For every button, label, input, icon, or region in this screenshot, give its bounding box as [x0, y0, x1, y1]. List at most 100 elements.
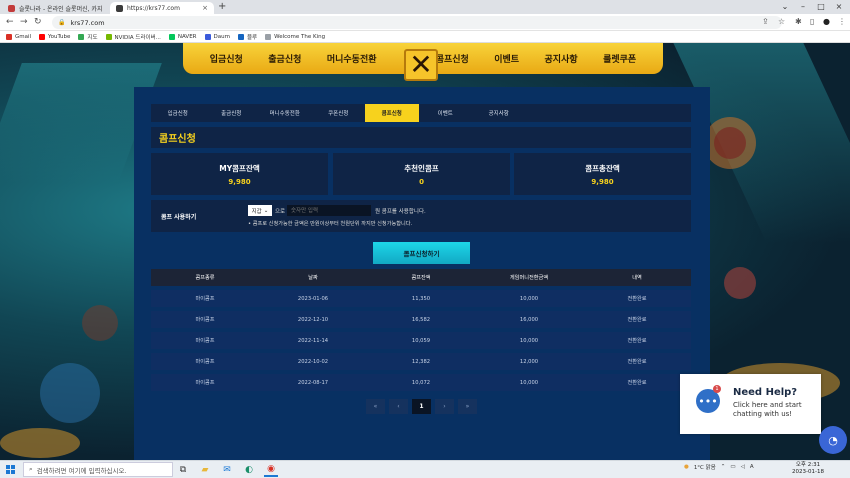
form-label: 콤프 사용하기	[161, 214, 197, 221]
volume-icon[interactable]: ◁	[741, 464, 745, 470]
nav-withdraw[interactable]: 출금신청	[268, 52, 301, 65]
browser-tab-1[interactable]: 슬롯나라 - 온라인 슬롯머신, 카지 ×	[2, 2, 106, 14]
card-value: 9,980	[228, 178, 251, 186]
card-label: MY콤프잔액	[219, 164, 260, 173]
page-last-button[interactable]: »	[458, 399, 477, 414]
table-row: 마이콤프 2022-11-14 10,059 10,000 전환완료	[151, 332, 691, 349]
bookmark-naver[interactable]: NAVER	[168, 33, 197, 40]
total-comp-card: 콤프총잔액 9,980	[514, 153, 691, 195]
comp-history-table: 콤프종류 날짜 콤프잔액 게임머니전환금액 내역 마이콤프 2023-01-06…	[151, 269, 691, 395]
chevron-up-icon[interactable]: ⌃	[721, 464, 726, 470]
bookmark-daum[interactable]: Daum	[204, 33, 230, 40]
clock[interactable]: 오후 2:31 2023-01-18	[792, 462, 824, 476]
tab-event[interactable]: 이벤트	[419, 104, 473, 122]
pagination: « ‹ 1 › »	[366, 399, 477, 414]
help-title: Need Help?	[733, 387, 798, 398]
card-label: 콤프총잔액	[585, 164, 620, 173]
tab-deposit[interactable]: 입금신청	[151, 104, 205, 122]
nvidia-icon	[105, 33, 112, 40]
bookmark-nvidia[interactable]: NVIDIA 드라이버...	[105, 33, 161, 41]
card-value: 0	[419, 178, 424, 186]
sidepanel-icon[interactable]: ▯	[810, 17, 814, 27]
reload-icon[interactable]: ↻	[34, 17, 42, 27]
bookmark-blue[interactable]: 블루	[237, 33, 257, 41]
lock-icon: 🔒	[58, 19, 66, 26]
taskbar-search-input[interactable]: ⌕ 검색하려면 여기에 입력하십시오.	[23, 462, 173, 477]
tab-notice[interactable]: 공지사항	[472, 104, 526, 122]
page-first-button[interactable]: «	[366, 399, 385, 414]
nav-comp[interactable]: 콤프신청	[436, 52, 469, 65]
naver-icon	[168, 33, 175, 40]
star-icon[interactable]: ☆	[778, 17, 785, 27]
edge-icon[interactable]: ◐	[242, 463, 256, 477]
tab-title: https://krs77.com	[127, 4, 180, 12]
form-note: • 콤프로 신청가능한 금액은 만원이상부터 천원단위 까지만 신청가능합니다.	[248, 221, 413, 227]
language-icon[interactable]: A	[750, 464, 754, 470]
wallet-select[interactable]: 지갑 ⌄	[248, 205, 272, 216]
page-next-button[interactable]: ›	[435, 399, 454, 414]
bookmark-maps[interactable]: 지도	[78, 33, 98, 41]
share-icon[interactable]: ⇪	[762, 17, 769, 27]
taskbar: ⌕ 검색하려면 여기에 입력하십시오. ⧉ ▰ ✉ ◐ ◉ ● 1°C 맑음 ⌃…	[0, 460, 850, 478]
forward-arrow-icon[interactable]: →	[20, 17, 28, 27]
weather-text: 1°C 맑음	[693, 465, 716, 471]
browser-tab-2[interactable]: https://krs77.com ×	[110, 2, 214, 14]
tab-withdraw[interactable]: 출금신청	[205, 104, 259, 122]
chevron-down-icon: ⌄	[263, 207, 269, 214]
chrome-icon[interactable]: ◉	[264, 463, 278, 477]
avatar[interactable]: ●	[823, 17, 830, 27]
page-current-button[interactable]: 1	[412, 399, 431, 414]
browser-tab-bar: 슬롯나라 - 온라인 슬롯머신, 카지 × https://krs77.com …	[0, 0, 850, 14]
sub-tabs: 입금신청 출금신청 머니수동전환 쿠폰신청 콤프신청 이벤트 공지사항	[151, 104, 691, 122]
chevron-down-icon[interactable]: ⌄	[776, 0, 794, 14]
nav-money-transfer[interactable]: 머니수동전환	[327, 52, 377, 65]
page-prev-button[interactable]: ‹	[389, 399, 408, 414]
mail-icon[interactable]: ✉	[220, 463, 234, 477]
help-chat-widget[interactable]: ••• 1 Need Help? Click here and start ch…	[680, 374, 821, 434]
form-text: 으로	[275, 209, 286, 215]
table-header: 콤프종류 날짜 콤프잔액 게임머니전환금액 내역	[151, 269, 691, 286]
network-icon[interactable]: ▭	[730, 464, 735, 470]
form-text: 원 콤프를 사용합니다.	[375, 209, 426, 215]
bookmark-gmail[interactable]: Gmail	[6, 33, 31, 40]
task-view-icon[interactable]: ⧉	[176, 463, 190, 477]
nav-notice[interactable]: 공지사항	[545, 52, 578, 65]
nav-event[interactable]: 이벤트	[494, 52, 519, 65]
address-bar[interactable]: 🔒 krs77.com	[52, 16, 782, 29]
amount-input[interactable]	[287, 205, 371, 216]
bookmark-welcome-king[interactable]: Welcome The King	[265, 33, 325, 40]
my-comp-card: MY콤프잔액 9,980	[151, 153, 328, 195]
tab-coupon[interactable]: 쿠폰신청	[312, 104, 366, 122]
chat-open-icon[interactable]: ◔	[819, 426, 847, 454]
close-icon[interactable]: ✕	[404, 49, 438, 81]
page-title: 콤프신청	[151, 127, 691, 148]
tab-comp[interactable]: 콤프신청	[365, 104, 419, 122]
gmail-icon	[6, 33, 12, 40]
file-explorer-icon[interactable]: ▰	[198, 463, 212, 477]
bookmark-youtube[interactable]: YouTube	[39, 33, 70, 40]
comp-apply-button[interactable]: 콤프신청하기	[373, 242, 470, 264]
browser-toolbar: ← → ↻ 🔒 krs77.com ⇪ ☆ ✱ ▯ ● ⋮	[0, 14, 850, 31]
back-arrow-icon[interactable]: ←	[6, 17, 14, 27]
referral-comp-card: 추천인콤프 0	[333, 153, 510, 195]
windows-start-icon[interactable]	[6, 465, 15, 474]
search-icon: ⌕	[29, 465, 33, 473]
notification-badge: 1	[713, 385, 721, 393]
tab-close-icon[interactable]: ×	[202, 4, 208, 12]
maximize-icon[interactable]: □	[812, 0, 830, 14]
kebab-menu-icon[interactable]: ⋮	[838, 17, 846, 27]
weather-icon: ●	[684, 464, 689, 470]
site-favicon-icon	[8, 4, 15, 12]
card-label: 추천인콤프	[404, 164, 439, 173]
tab-money-transfer[interactable]: 머니수동전환	[258, 104, 312, 122]
nav-deposit[interactable]: 입금신청	[210, 52, 243, 65]
bookmarks-bar: Gmail YouTube 지도 NVIDIA 드라이버... NAVER Da…	[0, 31, 850, 43]
extensions-icon[interactable]: ✱	[795, 17, 802, 27]
comp-use-form: 콤프 사용하기 지갑 ⌄ 으로 원 콤프를 사용합니다. • 콤프로 신청가능한…	[151, 200, 691, 232]
nav-roulette-coupon[interactable]: 룰렛쿠폰	[603, 52, 636, 65]
window-close-icon[interactable]: ×	[830, 0, 848, 14]
minimize-icon[interactable]: –	[794, 0, 812, 14]
help-text: Click here and start chatting with us!	[733, 401, 802, 418]
web-page: 입금신청 출금신청 머니수동전환 쿠 콤프신청 이벤트 공지사항 룰렛쿠폰 ✕ …	[0, 43, 850, 460]
new-tab-button[interactable]: +	[218, 1, 226, 12]
